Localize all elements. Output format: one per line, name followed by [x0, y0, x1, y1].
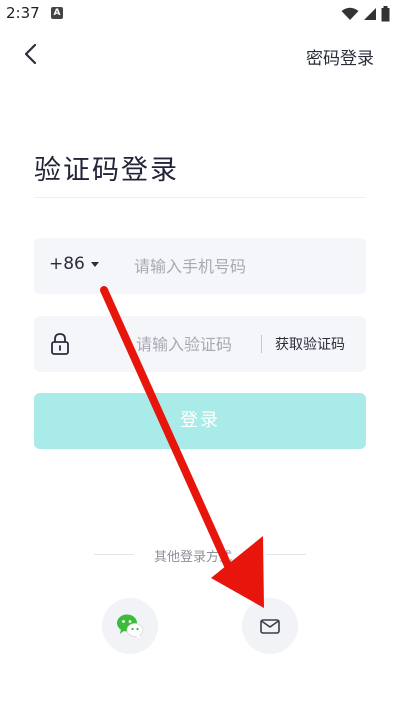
code-input[interactable]	[136, 326, 256, 362]
mail-login-button[interactable]	[242, 598, 298, 654]
divider-left	[94, 554, 134, 555]
status-bar: 2:37 A	[0, 0, 400, 28]
code-field: 获取验证码	[34, 316, 366, 372]
status-time: 2:37	[6, 4, 40, 22]
mail-icon	[260, 619, 280, 634]
battery-icon	[381, 6, 390, 22]
password-login-link[interactable]: 密码登录	[306, 44, 374, 69]
back-button[interactable]	[18, 40, 46, 68]
title-divider	[34, 197, 366, 198]
wechat-login-button[interactable]	[102, 598, 158, 654]
phone-input[interactable]	[134, 248, 354, 284]
country-code-selector[interactable]: +86	[49, 254, 99, 274]
top-nav: 密码登录	[0, 32, 400, 76]
wifi-icon	[341, 7, 359, 20]
country-code-label: +86	[49, 254, 85, 274]
signal-icon	[364, 8, 376, 20]
phone-field: +86	[34, 238, 366, 294]
page-title: 验证码登录	[34, 155, 179, 186]
wechat-icon	[117, 614, 144, 639]
notification-badge: A	[51, 7, 63, 19]
status-icons	[341, 5, 390, 23]
code-separator	[261, 335, 262, 353]
lock-icon	[51, 333, 69, 355]
other-login-row: 其他登录方式	[0, 544, 400, 566]
chevron-left-icon	[24, 43, 37, 65]
other-login-label: 其他登录方式	[154, 550, 233, 565]
caret-down-icon	[90, 261, 99, 267]
login-button[interactable]: 登录	[34, 393, 366, 449]
divider-right	[266, 554, 306, 555]
get-code-button[interactable]: 获取验证码	[275, 334, 345, 354]
